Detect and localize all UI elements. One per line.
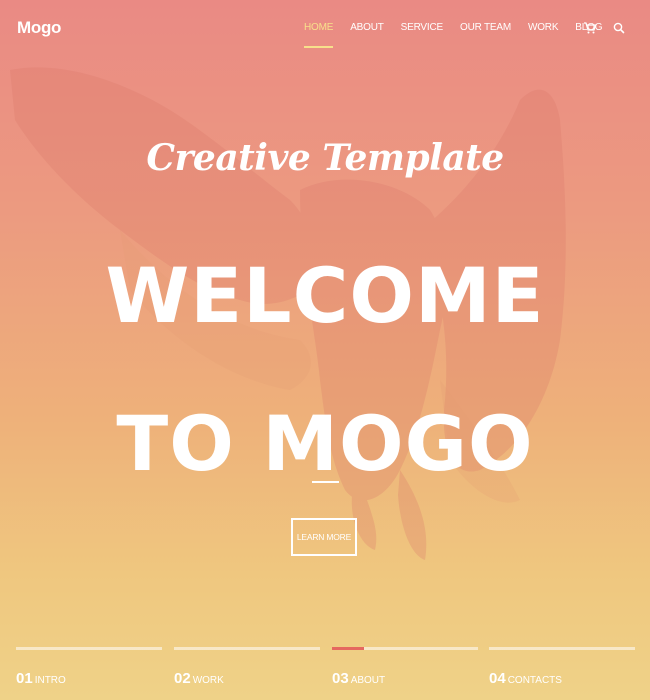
section-nav: 01 INTRO 02 WORK 03 ABOUT 04 CONTACTS <box>16 647 635 700</box>
hero-title-line-1: WELCOME <box>105 251 545 340</box>
section-active-indicator <box>332 647 364 650</box>
section-tab-contacts[interactable]: 04 CONTACTS <box>489 647 635 700</box>
search-icon[interactable] <box>612 21 626 35</box>
section-text: WORK <box>192 675 224 686</box>
cart-icon[interactable] <box>583 21 597 35</box>
section-number: 04 <box>489 670 506 687</box>
logo[interactable]: Mogo <box>17 18 61 38</box>
section-number: 02 <box>174 670 191 687</box>
section-label: 02 WORK <box>174 670 224 688</box>
hero-subtitle: Creative Template <box>146 137 504 179</box>
nav-item-about[interactable]: ABOUT <box>350 22 384 33</box>
title-divider <box>312 481 339 483</box>
section-label: 03 ABOUT <box>332 670 385 688</box>
learn-more-button[interactable]: LEARN MORE <box>291 518 357 556</box>
nav-item-service[interactable]: SERVICE <box>401 22 444 33</box>
section-number: 01 <box>16 670 33 687</box>
section-tab-work[interactable]: 02 WORK <box>174 647 320 700</box>
section-tab-about[interactable]: 03 ABOUT <box>332 647 478 700</box>
section-label: 04 CONTACTS <box>489 670 562 688</box>
section-progress-bar <box>174 647 320 650</box>
section-text: INTRO <box>34 675 66 686</box>
section-label: 01 INTRO <box>16 670 66 688</box>
nav-item-work[interactable]: WORK <box>528 22 559 33</box>
nav-item-home[interactable]: HOME <box>304 22 334 48</box>
hero-title-line-2: TO MOGO <box>116 399 534 488</box>
section-text: ABOUT <box>350 675 386 686</box>
nav-item-our-team[interactable]: OUR TEAM <box>460 22 511 33</box>
section-tab-intro[interactable]: 01 INTRO <box>16 647 162 700</box>
section-progress-bar <box>489 647 635 650</box>
section-text: CONTACTS <box>507 675 562 686</box>
hero-title: WELCOME TO MOGO <box>0 222 650 518</box>
main-nav: HOME ABOUT SERVICE OUR TEAM WORK BLOG <box>304 22 619 48</box>
section-progress-bar <box>16 647 162 650</box>
section-number: 03 <box>332 670 349 687</box>
